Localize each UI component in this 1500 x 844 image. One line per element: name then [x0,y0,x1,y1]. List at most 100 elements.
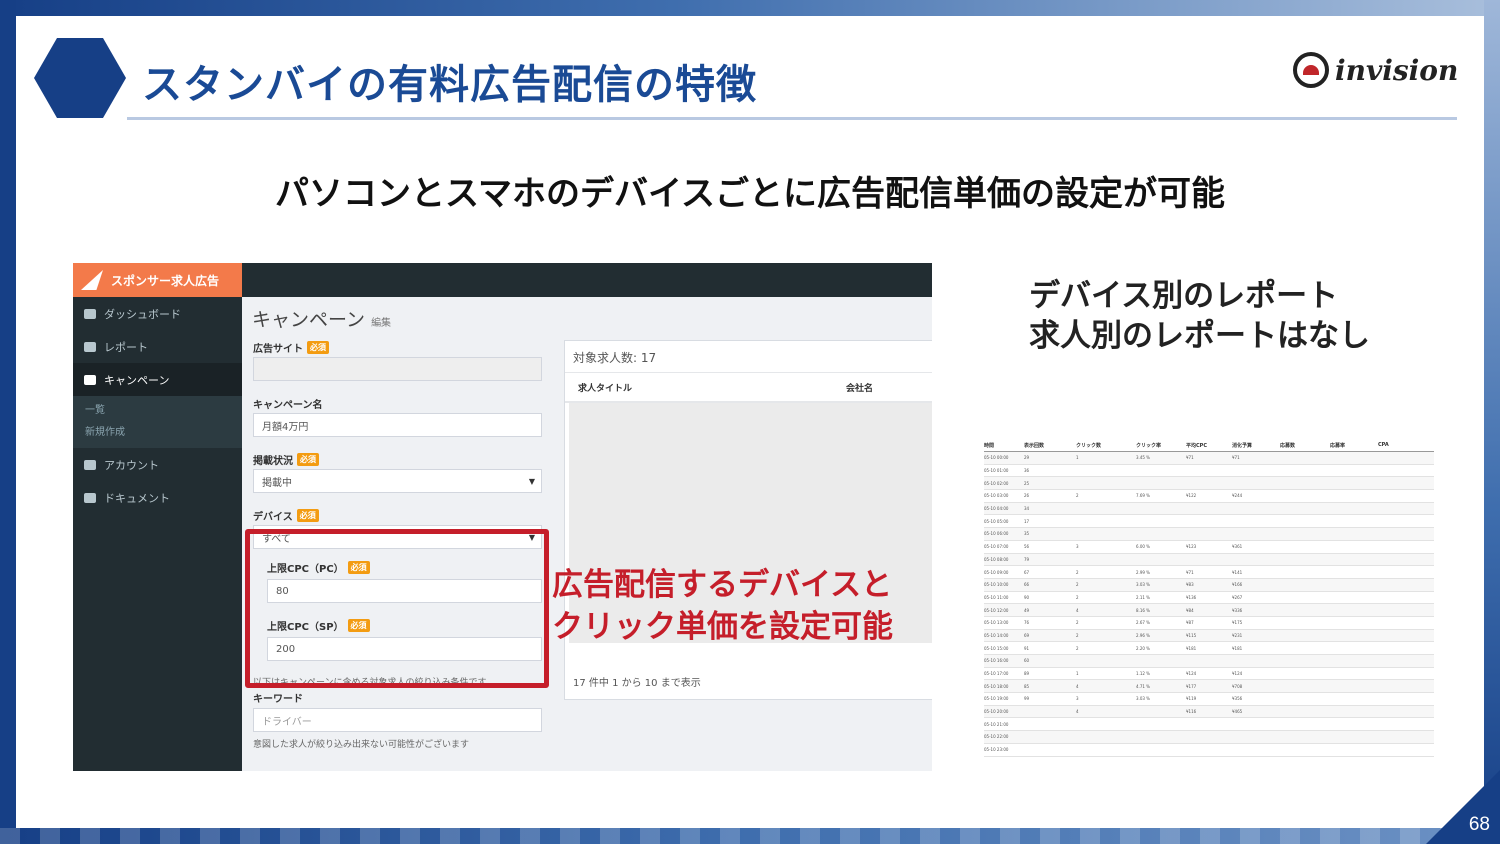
col-job-title[interactable]: 求人タイトル [578,381,846,394]
table-cell: 67 [1024,569,1030,575]
brand-logo-icon [81,270,103,290]
table-cell: 05-10 06:00 [984,531,1009,537]
campaign-name-input[interactable]: 月額4万円 [253,413,542,437]
table-cell: 25 [1024,480,1030,486]
logo: invision [1293,52,1458,88]
header-cell[interactable]: クリック率 [1136,442,1186,449]
sidebar-item-campaign[interactable]: キャンペーン [73,363,242,396]
table-cell: ¥124 [1232,671,1243,677]
table-cell: ¥122 [1186,493,1197,499]
table-cell: ¥708 [1232,683,1243,689]
annotation: 広告配信するデバイスと クリック単価を設定可能 [552,564,893,648]
header-cell[interactable]: 消化予算 [1232,442,1280,449]
frame-right [1484,0,1500,844]
col-company[interactable]: 会社名 [846,381,873,394]
table-cell: 76 [1024,620,1030,626]
table-cell: 66 [1024,582,1030,588]
table-cell: 05-10 16:00 [984,658,1009,664]
page-title-text: キャンペーン [252,309,366,331]
table-cell: 1 [1076,455,1079,461]
site-field[interactable] [253,357,542,381]
table-cell: 91 [1024,645,1030,651]
user-icon [84,459,96,470]
table-cell: 2.67 % [1136,620,1150,626]
table-row: 05-10 10:00 66 2 3.03 % ¥83 ¥166 [984,578,1434,592]
table-cell: 79 [1024,556,1030,562]
table-cell: ¥84 [1186,607,1194,613]
table-cell: 05-10 19:00 [984,696,1009,702]
table-row: 05-10 11:00 90 2 2.11 % ¥136 ¥267 [984,592,1434,605]
table-cell: 05-10 13:00 [984,620,1009,626]
table-cell: ¥244 [1232,493,1243,499]
table-cell: 90 [1024,594,1030,600]
table-row: 05-10 04:00 34 [984,502,1434,516]
table-row: 05-10 09:00 67 2 2.99 % ¥71 ¥141 [984,566,1434,579]
sidebar-item-label: ダッシュボード [104,307,181,321]
table-cell: 05-10 20:00 [984,709,1009,715]
sidebar-subitem-new[interactable]: 新規作成 [85,422,242,444]
keyword-help: 意図した求人が絞り込み出来ない可能性がございます [253,740,470,750]
table-row: 05-10 02:00 25 [984,477,1434,491]
keyword-input[interactable]: ドライバー [253,708,542,732]
table-cell: 3 [1076,544,1079,550]
chart-icon [84,341,96,352]
table-cell: 05-10 22:00 [984,734,1009,740]
table-cell: 56 [1024,544,1030,550]
brand[interactable]: スポンサー求人広告 [73,263,242,297]
header-cell[interactable]: 応募率 [1330,442,1378,449]
table-row: 05-10 12:00 49 4 8.16 % ¥84 ¥336 [984,604,1434,617]
sidebar-item-dashboard[interactable]: ダッシュボード [73,297,242,330]
report-note-line: デバイス別のレポート [1029,278,1339,314]
header-cell[interactable]: 応募数 [1280,442,1330,449]
table-row: 05-10 23:00 [984,744,1434,757]
table-cell: 05-10 17:00 [984,671,1009,677]
status-select[interactable]: 掲載中 ▼ [253,469,542,493]
sidebar-item-label: アカウント [104,458,159,472]
table-cell: 05-10 02:00 [984,480,1009,486]
table-cell: 85 [1024,683,1030,689]
header-cell[interactable]: 平均CPC [1186,442,1232,449]
table-row: 05-10 14:00 69 2 2.96 % ¥115 ¥231 [984,629,1434,643]
document-icon [84,492,96,503]
table-row: 05-10 16:00 60 [984,655,1434,668]
table-cell: 89 [1024,671,1030,677]
header-cell[interactable]: 時間 [984,442,1024,449]
table-row: 05-10 08:00 79 [984,553,1434,567]
table-cell: 7.69 % [1136,493,1150,499]
table-cell: 2.96 % [1136,632,1150,638]
keyword-label: キーワード [253,689,543,705]
table-cell: 05-10 00:00 [984,455,1009,461]
table-cell: 2.99 % [1136,569,1150,575]
frame-top [0,0,1500,16]
table-cell: ¥356 [1232,696,1243,702]
annotation-line: クリック単価を設定可能 [552,609,893,645]
table-cell: 49 [1024,607,1030,613]
table-cell: ¥177 [1186,683,1197,689]
table-cell: 3.03 % [1136,582,1150,588]
table-cell: 2.20 % [1136,645,1150,651]
header-cell[interactable]: CPA [1378,442,1422,448]
table-cell: 1 [1076,671,1079,677]
table-cell: 05-10 15:00 [984,645,1009,651]
sidebar-item-document[interactable]: ドキュメント [73,481,242,514]
table-cell: ¥166 [1232,582,1243,588]
page-title: キャンペーン 編集 [252,305,391,332]
table-cell: 2 [1076,493,1079,499]
dashboard-icon [84,308,96,319]
table-cell: 4 [1076,607,1079,613]
table-cell: ¥465 [1232,709,1243,715]
table-cell: 34 [1024,506,1030,512]
device-label: デバイス 必須 [253,507,543,523]
sidebar-item-report[interactable]: レポート [73,330,242,363]
required-badge: 必須 [297,452,319,466]
header-cell[interactable]: 表示回数 [1024,442,1076,449]
table-row: 05-10 13:00 76 2 2.67 % ¥87 ¥175 [984,617,1434,630]
header-cell[interactable]: クリック数 [1076,442,1136,449]
annotation-line: 広告配信するデバイスと [552,567,893,603]
table-cell: 2 [1076,569,1079,575]
sidebar-subitem-list[interactable]: 一覧 [85,400,242,422]
table-cell: 99 [1024,696,1030,702]
admin-screenshot: スポンサー求人広告 ダッシュボード レポート キャンペーン 一覧 新規作成 アカ… [73,263,932,771]
table-cell: ¥267 [1232,594,1243,600]
sidebar-item-account[interactable]: アカウント [73,448,242,481]
